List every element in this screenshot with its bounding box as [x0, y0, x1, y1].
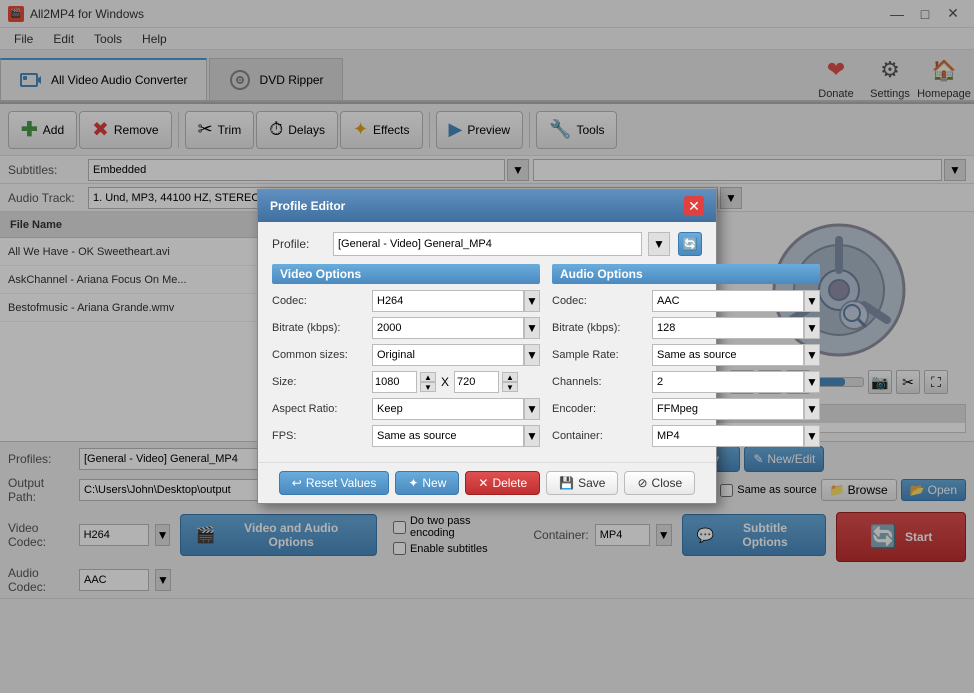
encoder-field[interactable]: [652, 398, 804, 420]
fps-field[interactable]: [372, 425, 524, 447]
common-sizes-label: Common sizes:: [272, 349, 372, 361]
video-options-title: Video Options: [272, 264, 540, 284]
audio-codec-modal-dropdown[interactable]: ▼: [804, 290, 820, 312]
video-options-col: Video Options Codec: ▼ Bitrate (kbps): ▼: [272, 264, 540, 452]
profile-editor-modal: Profile Editor ✕ Profile: ▼ 🔄 Video Opti…: [257, 189, 717, 504]
audio-options-title: Audio Options: [552, 264, 820, 284]
reset-values-button[interactable]: ↩ Reset Values: [279, 471, 390, 495]
new-label: New: [422, 476, 446, 490]
height-down-btn[interactable]: ▼: [502, 382, 518, 392]
sample-rate-dropdown[interactable]: ▼: [804, 344, 820, 366]
save-label: Save: [578, 476, 605, 490]
reset-icon: ↩: [292, 476, 302, 490]
modal-title-bar: Profile Editor ✕: [258, 190, 716, 222]
audio-bitrate-row: Bitrate (kbps): ▼: [552, 317, 820, 339]
size-controls: ▲ ▼ X ▲ ▼: [372, 371, 518, 393]
fps-dropdown[interactable]: ▼: [524, 425, 540, 447]
delete-label: Delete: [492, 476, 527, 490]
aspect-dropdown[interactable]: ▼: [524, 398, 540, 420]
common-sizes-dropdown[interactable]: ▼: [524, 344, 540, 366]
audio-options-col: Audio Options Codec: ▼ Bitrate (kbps): ▼: [552, 264, 820, 452]
delete-profile-button[interactable]: ✕ Delete: [465, 471, 540, 495]
aspect-ratio-row: Aspect Ratio: ▼: [272, 398, 540, 420]
video-bitrate-row: Bitrate (kbps): ▼: [272, 317, 540, 339]
modal-overlay: Profile Editor ✕ Profile: ▼ 🔄 Video Opti…: [0, 0, 974, 693]
save-icon: 💾: [559, 476, 574, 490]
video-bitrate-field[interactable]: [372, 317, 524, 339]
width-up-btn[interactable]: ▲: [420, 372, 436, 382]
delete-icon: ✕: [478, 476, 488, 490]
size-x-separator: X: [441, 375, 449, 389]
modal-close-button[interactable]: ✕: [684, 196, 704, 216]
size-row: Size: ▲ ▼ X ▲ ▼: [272, 371, 540, 393]
encoder-label: Encoder:: [552, 403, 652, 415]
close-label: Close: [652, 476, 683, 490]
height-up-btn[interactable]: ▲: [502, 372, 518, 382]
audio-codec-field-label: Codec:: [552, 295, 652, 307]
channels-field[interactable]: [652, 371, 804, 393]
width-down-btn[interactable]: ▼: [420, 382, 436, 392]
aspect-ratio-label: Aspect Ratio:: [272, 403, 372, 415]
new-profile-button[interactable]: ✦ New: [395, 471, 459, 495]
sample-rate-row: Sample Rate: ▼: [552, 344, 820, 366]
save-profile-button[interactable]: 💾 Save: [546, 471, 618, 495]
channels-dropdown[interactable]: ▼: [804, 371, 820, 393]
modal-container-label: Container:: [552, 430, 652, 442]
modal-title-text: Profile Editor: [270, 199, 345, 213]
encoder-dropdown[interactable]: ▼: [804, 398, 820, 420]
video-bitrate-dropdown[interactable]: ▼: [524, 317, 540, 339]
reset-label: Reset Values: [306, 476, 376, 490]
close-icon: ⊘: [637, 476, 647, 490]
modal-footer: ↩ Reset Values ✦ New ✕ Delete 💾 Save ⊘ C…: [258, 462, 716, 503]
video-bitrate-label: Bitrate (kbps):: [272, 322, 372, 334]
modal-body: Profile: ▼ 🔄 Video Options Codec: ▼: [258, 222, 716, 462]
options-grid: Video Options Codec: ▼ Bitrate (kbps): ▼: [272, 264, 702, 452]
aspect-ratio-field[interactable]: [372, 398, 524, 420]
profile-input[interactable]: [333, 232, 642, 256]
size-height-input[interactable]: [454, 371, 499, 393]
audio-bitrate-field[interactable]: [652, 317, 804, 339]
fps-row: FPS: ▼: [272, 425, 540, 447]
encoder-row: Encoder: ▼: [552, 398, 820, 420]
common-sizes-field[interactable]: [372, 344, 524, 366]
common-sizes-row: Common sizes: ▼: [272, 344, 540, 366]
container-row: Container: ▼: [552, 425, 820, 447]
video-codec-field[interactable]: [372, 290, 524, 312]
profile-refresh-button[interactable]: 🔄: [678, 232, 702, 256]
channels-row: Channels: ▼: [552, 371, 820, 393]
video-codec-field-dropdown[interactable]: ▼: [524, 290, 540, 312]
audio-bitrate-dropdown[interactable]: ▼: [804, 317, 820, 339]
close-modal-button[interactable]: ⊘ Close: [624, 471, 695, 495]
audio-bitrate-label: Bitrate (kbps):: [552, 322, 652, 334]
audio-codec-modal-field[interactable]: [652, 290, 804, 312]
sample-rate-label: Sample Rate:: [552, 349, 652, 361]
modal-container-dropdown[interactable]: ▼: [804, 425, 820, 447]
audio-codec-field-row: Codec: ▼: [552, 290, 820, 312]
sample-rate-field[interactable]: [652, 344, 804, 366]
size-label: Size:: [272, 376, 372, 388]
profile-field-label: Profile:: [272, 237, 327, 251]
size-width-input[interactable]: [372, 371, 417, 393]
video-codec-field-label: Codec:: [272, 295, 372, 307]
profile-row: Profile: ▼ 🔄: [272, 232, 702, 256]
new-icon: ✦: [408, 476, 418, 490]
modal-container-field[interactable]: [652, 425, 804, 447]
channels-label: Channels:: [552, 376, 652, 388]
video-codec-row: Codec: ▼: [272, 290, 540, 312]
fps-label: FPS:: [272, 430, 372, 442]
profile-dropdown-btn[interactable]: ▼: [648, 232, 670, 256]
